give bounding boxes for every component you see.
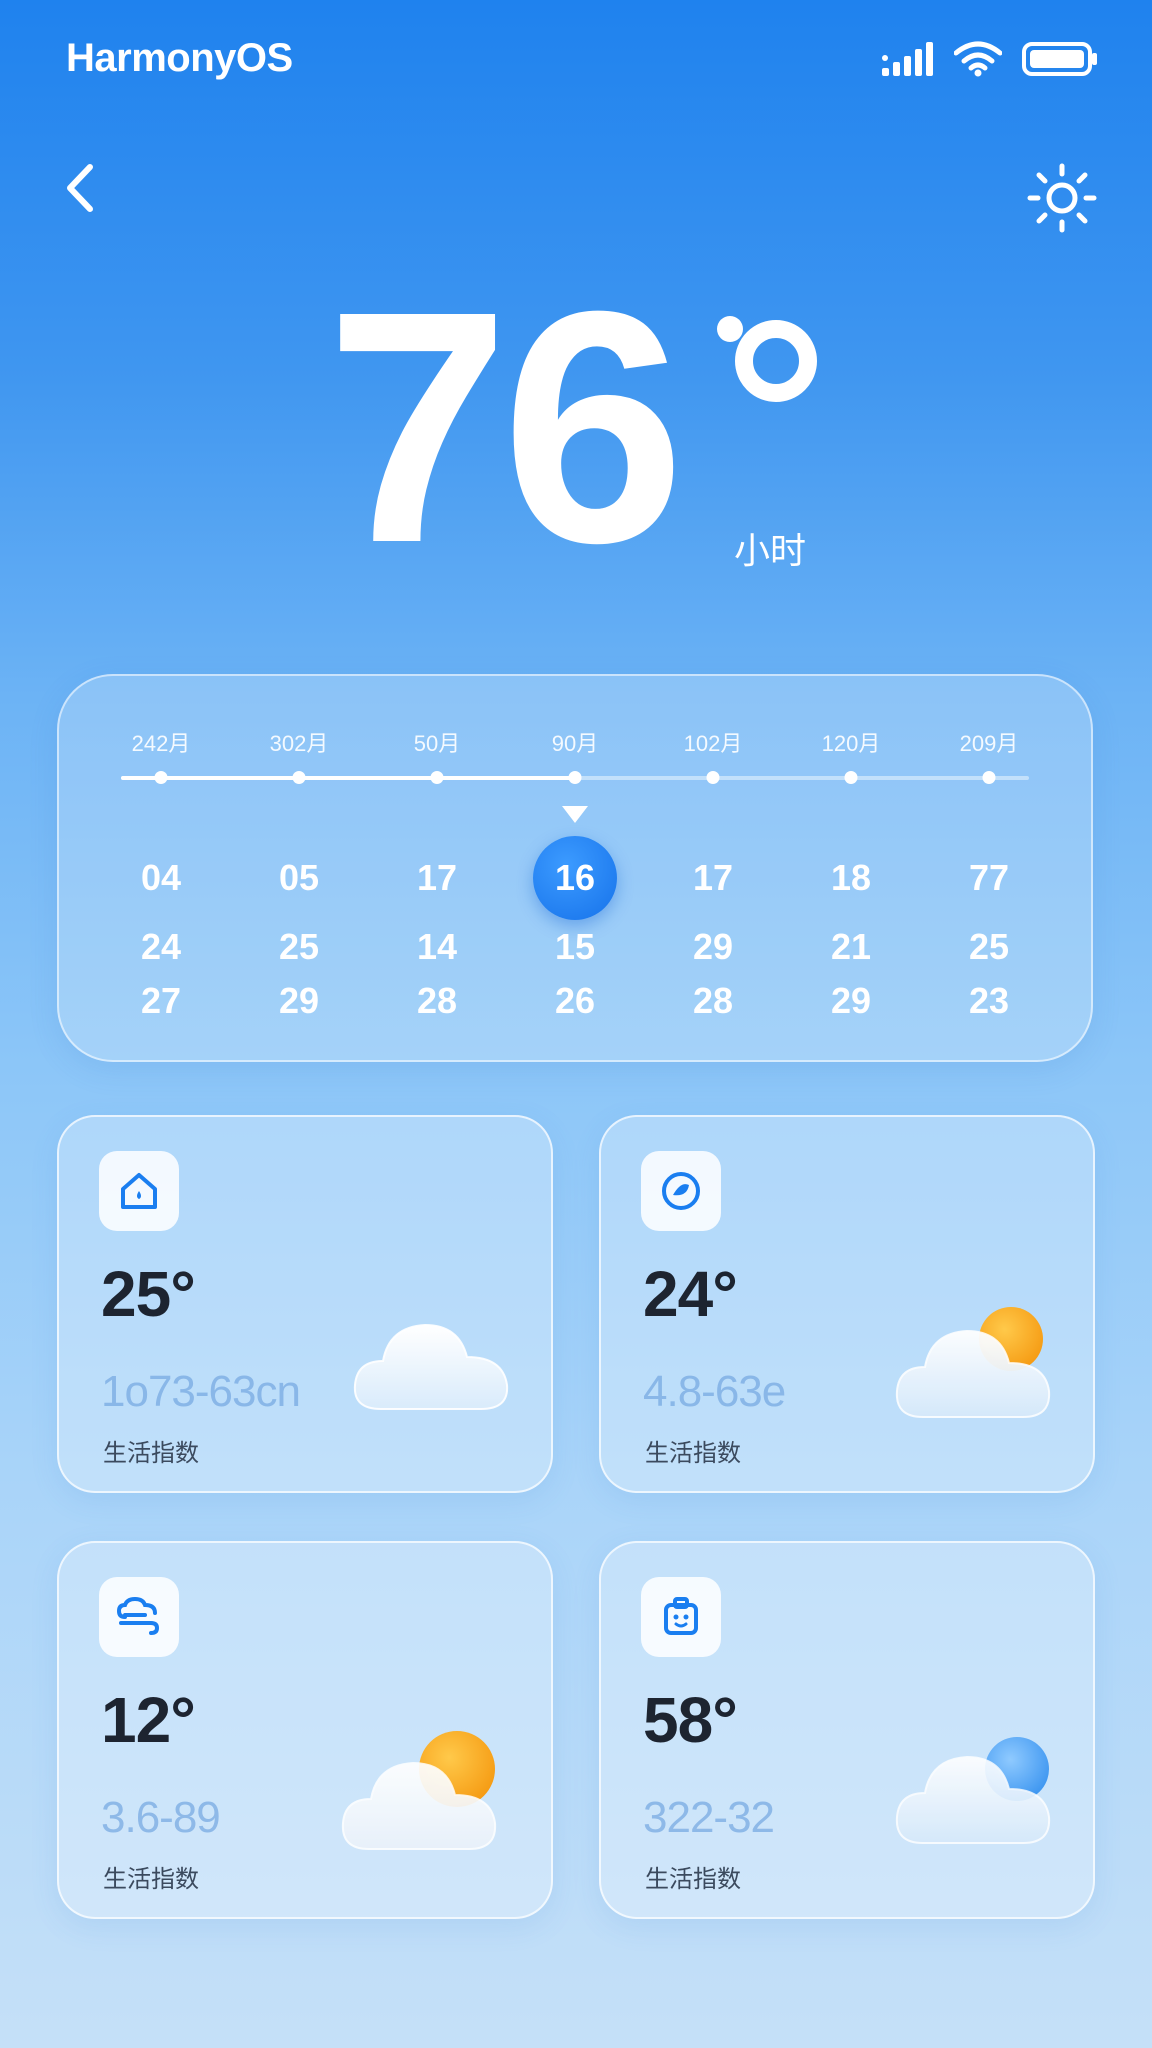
day-number[interactable]: 17: [392, 836, 482, 920]
day-value-low: 28: [416, 980, 458, 1021]
card-label: 生活指数: [645, 1440, 741, 1467]
day-column[interactable]: 16 15 26: [530, 836, 620, 1028]
cloud-blue-icon: [895, 1737, 1051, 1844]
day-number[interactable]: 77: [944, 836, 1034, 920]
day-column[interactable]: 17 29 28: [668, 836, 758, 1028]
day-column[interactable]: 18 21 29: [806, 836, 896, 1028]
day-value-high: 25: [278, 926, 320, 967]
bag-icon: [641, 1577, 721, 1657]
day-value-high: 21: [830, 926, 872, 967]
partly-sunny-icon: [341, 1731, 497, 1850]
sun-icon: [1027, 163, 1097, 238]
card-temperature: 12°: [101, 1684, 196, 1756]
info-card[interactable]: 25° 1o73-63cn 生活指数: [57, 1115, 553, 1493]
card-temperature: 25°: [101, 1258, 196, 1330]
month-track-progress: [121, 776, 575, 780]
day-value-low: 27: [140, 980, 182, 1021]
wind-cloud-icon: [99, 1577, 179, 1657]
battery-icon: [1022, 41, 1098, 82]
signal-icon: [882, 41, 934, 81]
calendar-card: 242月 302月 50月 90月 102月 120月 209月 04 24 27 05 25 29 17…: [57, 674, 1093, 1062]
card-range: 3.6-89: [101, 1793, 221, 1842]
info-card[interactable]: 24° 4.8-63e 生活指数: [599, 1115, 1095, 1493]
home-icon: [99, 1151, 179, 1231]
day-column[interactable]: 77 25 23: [944, 836, 1034, 1028]
degree-symbol: [735, 320, 817, 402]
cloud-icon: [353, 1323, 509, 1410]
day-column[interactable]: 05 25 29: [254, 836, 344, 1028]
back-chevron-icon: [62, 163, 98, 218]
brightness-button[interactable]: [1022, 160, 1102, 240]
track-dot[interactable]: [982, 771, 996, 784]
info-card[interactable]: 12° 3.6-89 生活指数: [57, 1541, 553, 1919]
back-button[interactable]: [50, 160, 110, 220]
card-temperature: 58°: [643, 1684, 738, 1756]
day-value-low: 29: [830, 980, 872, 1021]
temperature-unit-label: 小时: [734, 530, 807, 571]
info-card[interactable]: 58° 322-32 生活指数: [599, 1541, 1095, 1919]
month-label: 90月: [551, 731, 599, 756]
month-label: 102月: [683, 731, 743, 756]
card-range: 322-32: [643, 1793, 775, 1842]
day-value-high: 15: [554, 926, 596, 967]
day-value-low: 28: [692, 980, 734, 1021]
month-label: 50月: [413, 731, 461, 756]
day-value-low: 23: [968, 980, 1010, 1021]
current-temperature: 76: [326, 242, 685, 611]
track-dot[interactable]: [430, 771, 444, 784]
card-label: 生活指数: [103, 1866, 199, 1893]
day-value-low: 29: [278, 980, 320, 1021]
month-label: 209月: [959, 731, 1019, 756]
card-range: 4.8-63e: [643, 1367, 786, 1416]
track-dot[interactable]: [844, 771, 858, 784]
track-dot[interactable]: [706, 771, 720, 784]
day-value-high: 24: [140, 926, 182, 967]
card-label: 生活指数: [645, 1866, 741, 1893]
day-value-high: 25: [968, 926, 1010, 967]
card-label: 生活指数: [103, 1440, 199, 1467]
day-number[interactable]: 18: [806, 836, 896, 920]
month-label: 302月: [269, 731, 329, 756]
day-column[interactable]: 04 24 27: [116, 836, 206, 1028]
partly-sunny-icon: [895, 1307, 1051, 1418]
selected-day[interactable]: 16: [533, 836, 617, 920]
leaf-badge-icon: [641, 1151, 721, 1231]
month-label: 242月: [131, 731, 191, 756]
track-dot[interactable]: [292, 771, 306, 784]
track-dot[interactable]: [154, 771, 168, 784]
day-value-high: 29: [692, 926, 734, 967]
track-dot[interactable]: [568, 771, 582, 784]
brand-logo-text: HarmonyOS: [66, 36, 293, 80]
degree-dot: [717, 316, 743, 342]
day-value-low: 26: [554, 980, 596, 1021]
day-value-high: 14: [416, 926, 458, 967]
card-temperature: 24°: [643, 1258, 738, 1330]
day-number[interactable]: 05: [254, 836, 344, 920]
day-number[interactable]: 04: [116, 836, 206, 920]
day-column[interactable]: 17 14 28: [392, 836, 482, 1028]
wifi-icon: [953, 41, 1003, 82]
card-range: 1o73-63cn: [101, 1367, 301, 1416]
selected-pointer-icon: [562, 806, 588, 823]
status-icons: [882, 36, 1098, 86]
day-number[interactable]: 17: [668, 836, 758, 920]
month-label: 120月: [821, 731, 881, 756]
